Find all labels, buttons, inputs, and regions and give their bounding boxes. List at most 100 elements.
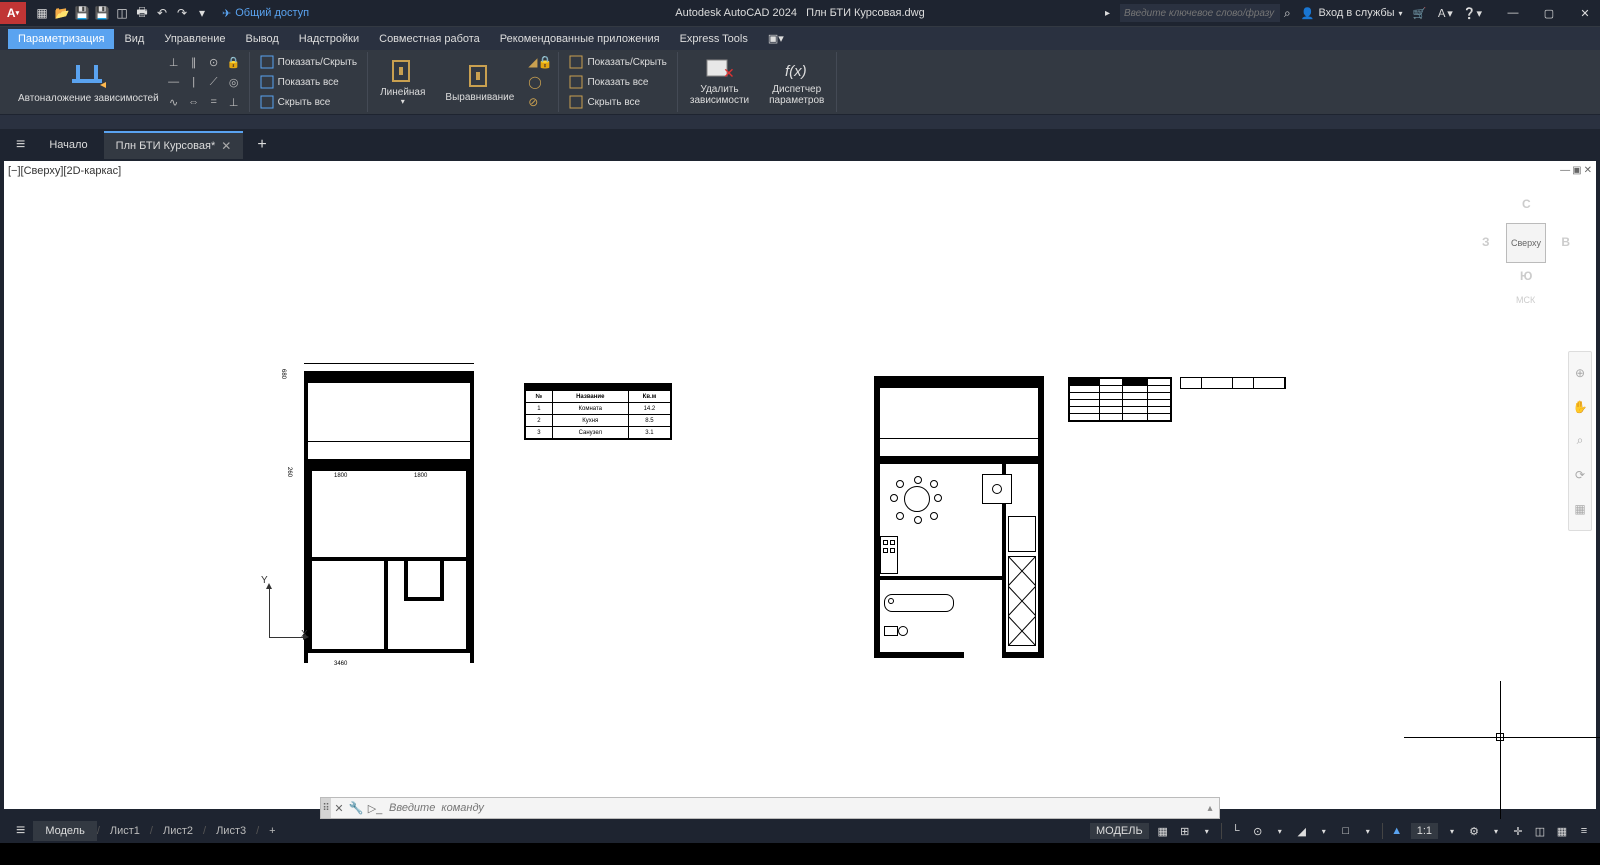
vp-close-icon[interactable]: ✕: [1584, 165, 1592, 176]
tab-featured-apps[interactable]: Рекомендованные приложения: [490, 29, 670, 49]
auto-constrain-button[interactable]: Автоналожение зависимостей: [12, 59, 165, 106]
vp-maximize-icon[interactable]: ▣: [1572, 165, 1581, 176]
qa-dropdown-icon[interactable]: ▾: [194, 5, 210, 21]
new-tab-button[interactable]: +: [247, 132, 276, 158]
show-hide-dim-button[interactable]: Показать/Скрыть: [565, 53, 670, 71]
ortho-icon[interactable]: └: [1228, 825, 1244, 837]
cmd-customize-icon[interactable]: 🔧: [347, 801, 365, 815]
nav-showmotion-icon[interactable]: ▦: [1574, 502, 1585, 516]
help-icon[interactable]: ❔▾: [1463, 7, 1482, 20]
model-tab[interactable]: Модель: [33, 821, 96, 841]
constraint-concentric-icon[interactable]: ◎: [225, 73, 243, 91]
show-all-dim-button[interactable]: Показать все: [565, 73, 670, 91]
minimize-button[interactable]: —: [1504, 7, 1522, 20]
dim-radius-icon[interactable]: ◯: [528, 75, 552, 89]
open-icon[interactable]: 📂: [54, 5, 70, 21]
search-input[interactable]: [1120, 4, 1280, 22]
constraint-equal-icon[interactable]: =: [205, 93, 223, 111]
plot-icon[interactable]: 🖶: [134, 5, 150, 21]
constraint-fix-icon[interactable]: 🔒: [225, 53, 243, 71]
cart-icon[interactable]: 🛒: [1413, 7, 1427, 20]
status-dropdown-2[interactable]: ▾: [1272, 827, 1288, 836]
tab-collaborate[interactable]: Совместная работа: [369, 29, 490, 49]
saveas-icon[interactable]: 💾: [94, 5, 110, 21]
search-toggle-icon[interactable]: ▸: [1105, 8, 1110, 19]
web-icon[interactable]: ◫: [114, 5, 130, 21]
constraint-symmetric-icon[interactable]: ⇔: [185, 93, 203, 111]
hardware-icon[interactable]: ▦: [1554, 825, 1570, 838]
tab-express-tools[interactable]: Express Tools: [670, 29, 758, 49]
tab-addins[interactable]: Надстройки: [289, 29, 369, 49]
constraint-collinear-icon[interactable]: ⟋: [205, 73, 223, 91]
nav-pan-icon[interactable]: ✋: [1573, 400, 1588, 414]
viewcube-north[interactable]: С: [1522, 197, 1531, 211]
status-dropdown-6[interactable]: ▾: [1488, 827, 1504, 836]
cmd-close-icon[interactable]: ✕: [331, 802, 347, 815]
doc-tabs-menu-icon[interactable]: ≡: [8, 132, 33, 158]
snap-icon[interactable]: ⊞: [1177, 825, 1193, 838]
status-dropdown-3[interactable]: ▾: [1316, 827, 1332, 836]
scale-button[interactable]: 1:1: [1411, 823, 1438, 839]
hide-all-dim-button[interactable]: Скрыть все: [565, 93, 670, 111]
viewcube-wcs-label[interactable]: МСК: [1516, 295, 1535, 305]
layout2-tab[interactable]: Лист2: [153, 821, 203, 841]
viewcube-west[interactable]: З: [1482, 235, 1490, 249]
layout-menu-icon[interactable]: ≡: [8, 818, 33, 844]
constraint-parallel-icon[interactable]: ∥: [185, 53, 203, 71]
app-menu-button[interactable]: A▾: [0, 2, 26, 24]
workspace-icon[interactable]: ✛: [1510, 825, 1526, 838]
vp-minimize-icon[interactable]: —: [1560, 165, 1570, 176]
tab-manage[interactable]: Управление: [154, 29, 235, 49]
search-icon[interactable]: ⌕: [1284, 6, 1291, 21]
isodraft-icon[interactable]: ◢: [1294, 825, 1310, 838]
undo-icon[interactable]: ↶: [154, 5, 170, 21]
status-dropdown-4[interactable]: ▾: [1360, 827, 1376, 836]
close-button[interactable]: ✕: [1576, 7, 1594, 20]
isolate-icon[interactable]: ◫: [1532, 825, 1548, 838]
delete-constraints-button[interactable]: ✕ Удалить зависимости: [684, 56, 755, 108]
start-tab[interactable]: Начало: [37, 133, 99, 157]
annotation-icon[interactable]: ▲: [1389, 825, 1405, 837]
tab-view[interactable]: Вид: [114, 29, 154, 49]
tab-extra-icon[interactable]: ▣▾: [758, 28, 794, 49]
osnap-icon[interactable]: □: [1338, 825, 1354, 837]
tab-output[interactable]: Вывод: [236, 29, 289, 49]
viewcube-top-face[interactable]: Сверху: [1506, 223, 1546, 263]
command-input[interactable]: [385, 802, 1201, 814]
nav-orbit-icon[interactable]: ⟳: [1575, 468, 1585, 482]
drawing-canvas[interactable]: [−][Сверху][2D-каркас] — ▣ ✕ С Ю З В Све…: [4, 161, 1596, 809]
viewcube-south[interactable]: Ю: [1520, 269, 1532, 283]
show-hide-geo-button[interactable]: Показать/Скрыть: [256, 53, 361, 71]
save-icon[interactable]: 💾: [74, 5, 90, 21]
viewport-label[interactable]: [−][Сверху][2D-каркас]: [8, 165, 121, 177]
close-tab-icon[interactable]: ✕: [221, 139, 231, 153]
constraint-coincident-icon[interactable]: ⊥: [165, 53, 183, 71]
constraint-perpendicular-icon[interactable]: ⊥: [225, 93, 243, 111]
status-dropdown-5[interactable]: ▾: [1444, 827, 1460, 836]
hide-all-geo-button[interactable]: Скрыть все: [256, 93, 361, 111]
modelspace-button[interactable]: МОДЕЛЬ: [1090, 823, 1149, 839]
signin-button[interactable]: 👤 Вход в службы ▾: [1301, 7, 1403, 20]
app-home-icon[interactable]: Ａ▾: [1436, 5, 1453, 21]
constraint-tangent-icon[interactable]: ⊙: [205, 53, 223, 71]
new-icon[interactable]: ▦: [34, 5, 50, 21]
align-dim-button[interactable]: Выравнивание: [439, 60, 520, 105]
maximize-button[interactable]: ▢: [1540, 7, 1558, 20]
linear-dim-button[interactable]: Линейная▾: [374, 55, 431, 109]
grid-icon[interactable]: ▦: [1155, 825, 1171, 838]
viewcube[interactable]: С Ю З В Сверху МСК: [1476, 185, 1576, 305]
polar-icon[interactable]: ⊙: [1250, 825, 1266, 838]
constraint-vertical-icon[interactable]: |: [185, 73, 203, 91]
drawing-tab[interactable]: Плн БТИ Курсовая* ✕: [104, 131, 244, 159]
tab-parametric[interactable]: Параметризация: [8, 29, 114, 49]
status-dropdown-1[interactable]: ▾: [1199, 827, 1215, 836]
nav-wheel-icon[interactable]: ⊕: [1575, 366, 1585, 380]
layout-add-button[interactable]: +: [259, 821, 285, 841]
nav-zoom-icon[interactable]: ⌕: [1577, 433, 1584, 448]
constraint-smooth-icon[interactable]: ∿: [165, 93, 183, 111]
redo-icon[interactable]: ↷: [174, 5, 190, 21]
dim-diameter-icon[interactable]: ⊘: [528, 95, 552, 109]
layout1-tab[interactable]: Лист1: [100, 821, 150, 841]
customize-status-icon[interactable]: ≡: [1576, 825, 1592, 837]
share-button[interactable]: ✈ Общий доступ: [222, 7, 309, 20]
